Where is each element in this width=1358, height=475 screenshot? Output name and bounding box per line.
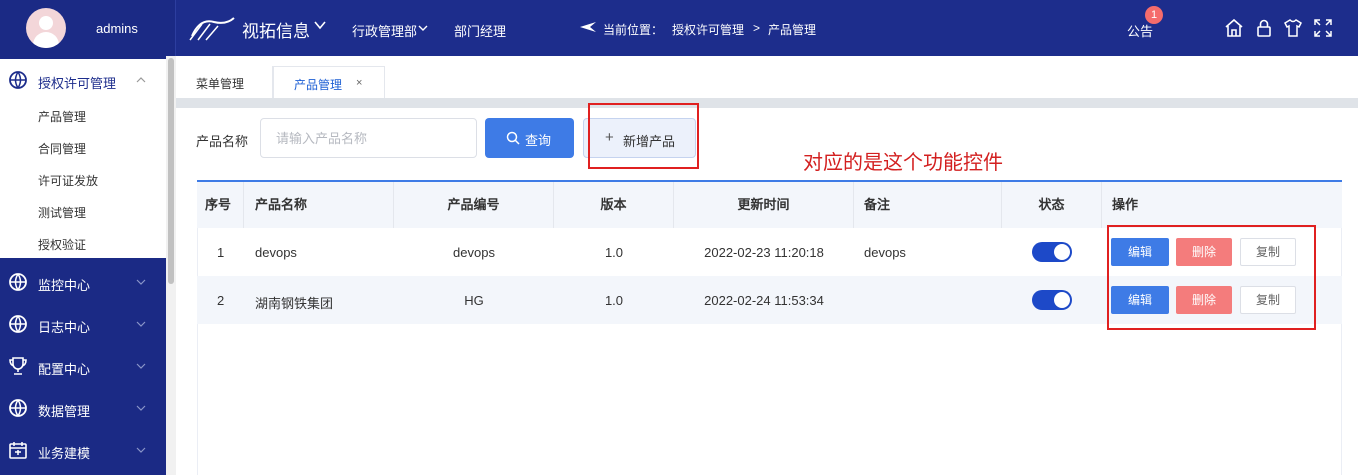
cell-index: 2 <box>217 293 225 308</box>
sidebar-item-license-issue[interactable]: 许可证发放 <box>38 172 98 189</box>
brand-name[interactable]: 视拓信息 <box>242 17 310 42</box>
sidebar-group-label: 监控中心 <box>38 278 91 293</box>
cell-product-code: devops <box>453 245 495 260</box>
tab-menu-management[interactable]: 菜单管理 <box>176 66 273 98</box>
brand-logo-icon <box>189 17 235 41</box>
home-icon[interactable] <box>1224 18 1244 38</box>
column-header: 更新时间 <box>674 182 854 228</box>
lock-icon[interactable] <box>1254 18 1274 38</box>
globe-icon <box>9 315 27 333</box>
notice-badge: 1 <box>1145 6 1163 24</box>
breadcrumb-item[interactable]: 授权许可管理 <box>672 21 744 38</box>
annotation-text: 对应的是这个功能控件 <box>803 150 1003 174</box>
shirt-icon[interactable] <box>1283 18 1303 38</box>
column-header: 操作 <box>1112 197 1139 212</box>
column-header: 状态 <box>1002 182 1102 228</box>
sidebar-group-label: 数据管理 <box>38 404 91 419</box>
sidebar-item-auth-verify[interactable]: 授权验证 <box>38 236 86 253</box>
sidebar-group-modeling[interactable]: 业务建模 <box>0 429 166 471</box>
sidebar-group-label: 授权许可管理 <box>38 76 117 91</box>
scrollbar-thumb[interactable] <box>168 58 174 284</box>
sidebar-group-data[interactable]: 数据管理 <box>0 387 166 429</box>
username[interactable]: admins <box>96 21 138 36</box>
globe-icon <box>9 71 27 89</box>
query-button[interactable]: 查询 <box>485 118 574 158</box>
nav-department[interactable]: 行政管理部 <box>352 21 417 40</box>
fullscreen-icon[interactable] <box>1313 18 1333 38</box>
cell-version: 1.0 <box>604 293 624 308</box>
avatar[interactable] <box>26 8 66 48</box>
tab-label: 产品管理 <box>294 78 343 92</box>
status-toggle[interactable] <box>1032 290 1072 310</box>
cell-product-code: HG <box>464 293 484 308</box>
tab-label: 菜单管理 <box>196 77 245 91</box>
sidebar-submenu: 产品管理 合同管理 许可证发放 测试管理 授权验证 <box>0 98 166 258</box>
sidebar-group-config[interactable]: 配置中心 <box>0 345 166 387</box>
chevron-down-icon <box>136 405 146 411</box>
calendar-icon <box>9 442 27 459</box>
highlight-box <box>588 103 699 169</box>
chevron-up-icon <box>136 77 146 83</box>
location-label: 当前位置： <box>603 23 664 37</box>
trophy-icon <box>9 357 27 375</box>
chevron-down-icon <box>136 321 146 327</box>
highlight-box <box>1107 225 1316 330</box>
sidebar-group-label: 日志中心 <box>38 320 91 335</box>
sidebar-group-monitor[interactable]: 监控中心 <box>0 261 166 303</box>
cell-version: 1.0 <box>604 245 624 260</box>
column-header: 版本 <box>554 182 674 228</box>
chevron-down-icon <box>136 279 146 285</box>
sidebar-group-label: 业务建模 <box>38 446 91 461</box>
sidebar-group-label: 配置中心 <box>38 362 91 377</box>
cell-product-name: devops <box>255 245 297 260</box>
column-header: 备注 <box>854 182 1002 228</box>
column-header: 产品编号 <box>394 182 554 228</box>
column-header: 序号 <box>197 182 244 228</box>
globe-icon <box>9 273 27 291</box>
tab-bar-divider <box>176 98 1358 108</box>
search-label: 产品名称 <box>196 134 249 149</box>
cell-product-name: 湖南钢铁集团 <box>255 296 334 311</box>
cell-updated-time: 2022-02-24 11:53:34 <box>704 293 824 308</box>
tab-product-management[interactable]: 产品管理 × <box>273 66 385 98</box>
user-panel: admins <box>0 0 176 56</box>
globe-icon <box>9 399 27 417</box>
sidebar-group-license[interactable]: 授权许可管理 <box>0 59 166 101</box>
column-header: 产品名称 <box>244 182 394 228</box>
query-button-label: 查询 <box>525 133 552 148</box>
chevron-down-icon[interactable] <box>418 23 428 33</box>
sidebar-group-log[interactable]: 日志中心 <box>0 303 166 345</box>
chevron-down-icon[interactable] <box>314 19 326 31</box>
breadcrumb-separator: > <box>753 21 761 35</box>
search-icon <box>506 131 520 145</box>
breadcrumb-item: 产品管理 <box>768 23 817 37</box>
sidebar-item-product[interactable]: 产品管理 <box>38 108 86 125</box>
cell-updated-time: 2022-02-23 11:20:18 <box>704 245 824 260</box>
close-icon[interactable]: × <box>356 77 362 89</box>
sidebar-item-test[interactable]: 测试管理 <box>38 204 86 221</box>
cell-remark: devops <box>864 245 906 260</box>
product-name-input[interactable] <box>260 118 477 158</box>
nav-role[interactable]: 部门经理 <box>454 21 506 40</box>
sidebar-item-contract[interactable]: 合同管理 <box>38 140 86 157</box>
chevron-down-icon <box>136 363 146 369</box>
notice-link[interactable]: 公告 <box>1127 21 1153 40</box>
location-arrow-icon <box>580 22 596 32</box>
chevron-down-icon <box>136 447 146 453</box>
status-toggle[interactable] <box>1032 242 1072 262</box>
cell-index: 1 <box>217 245 225 260</box>
